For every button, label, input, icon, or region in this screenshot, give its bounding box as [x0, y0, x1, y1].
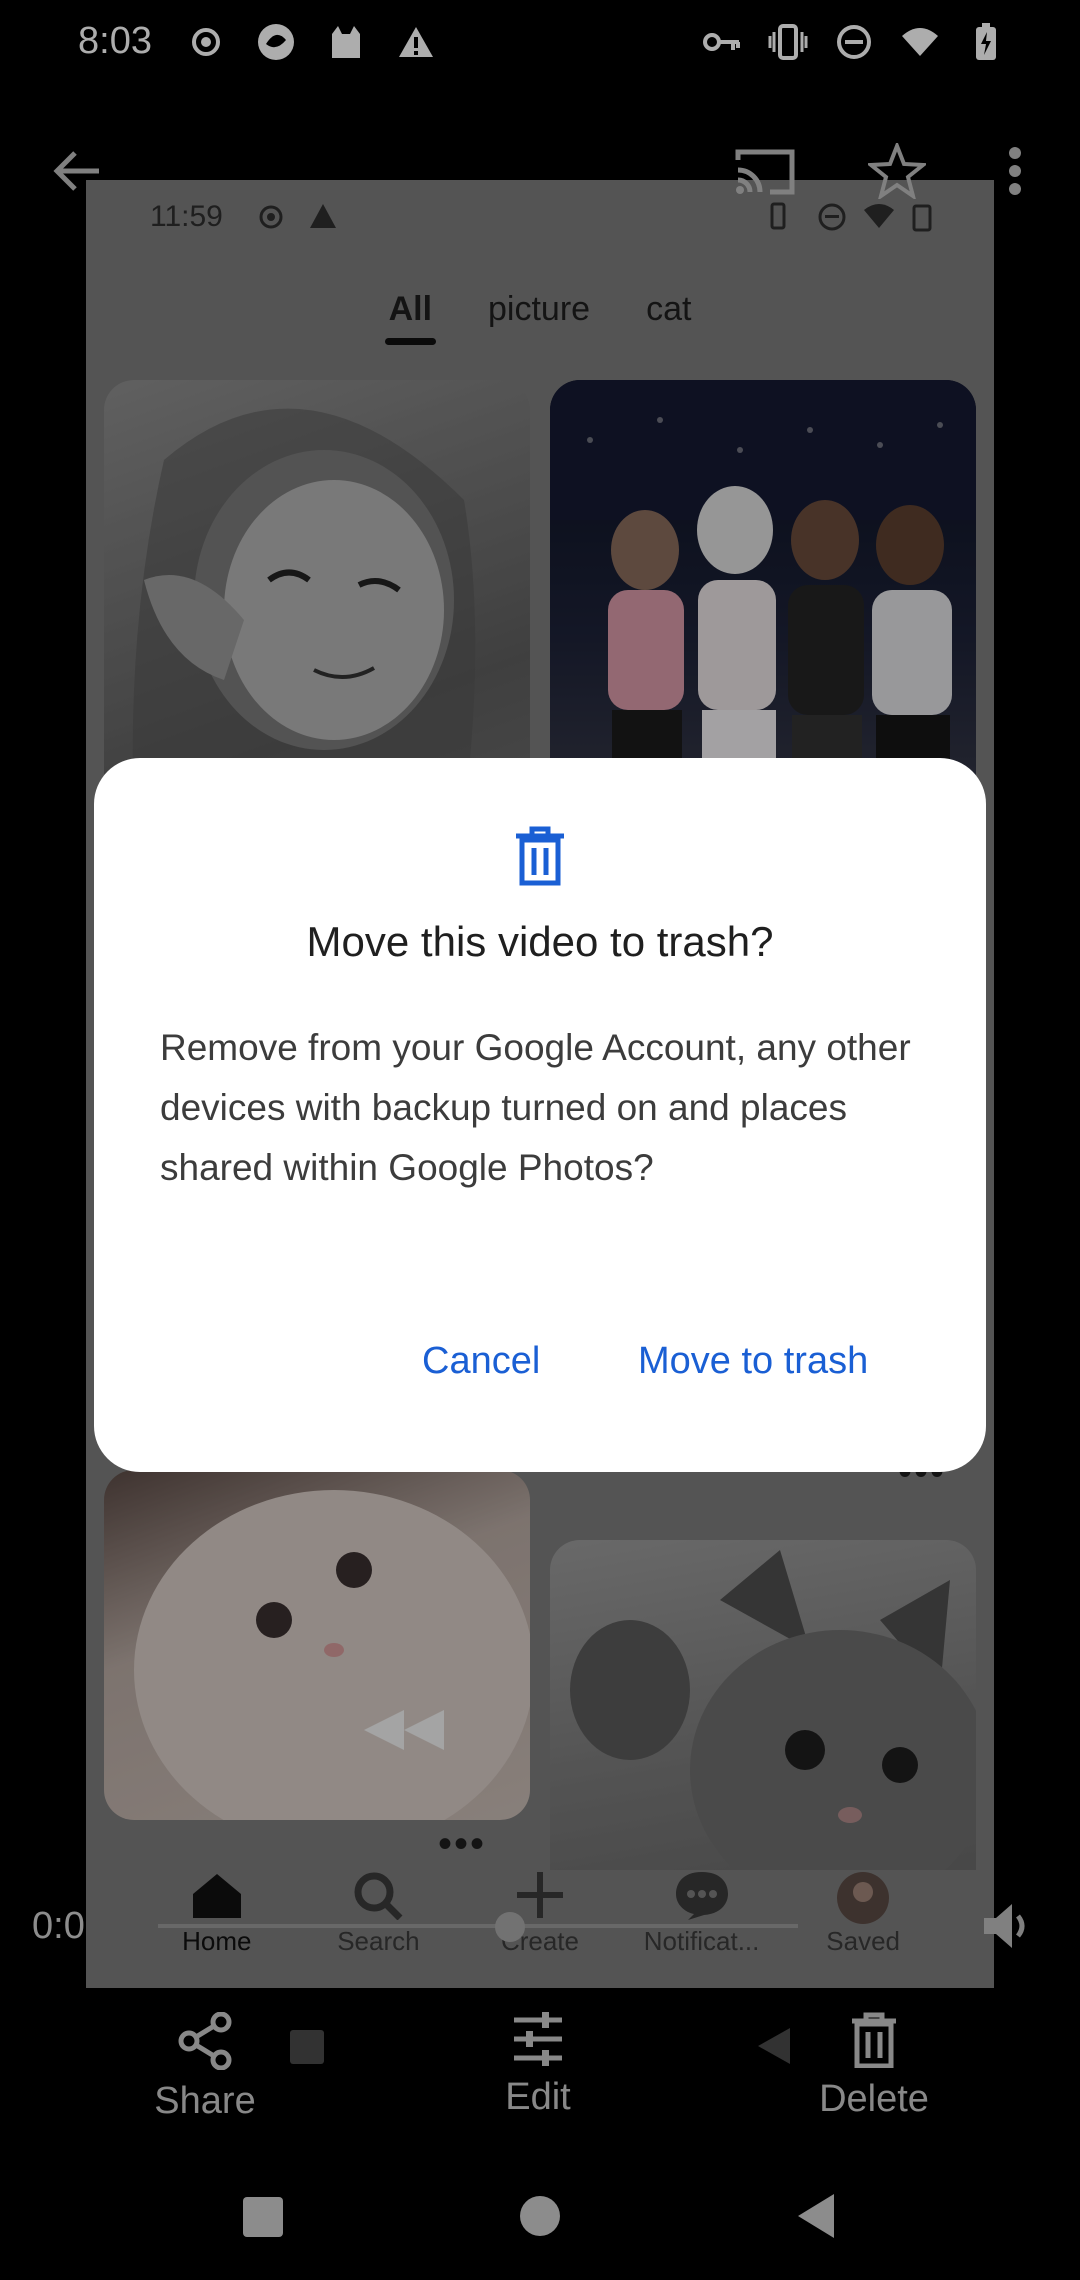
- dialog-message: Remove from your Google Account, any oth…: [160, 1027, 911, 1188]
- move-to-trash-button[interactable]: Move to trash: [638, 1340, 868, 1383]
- trash-icon: [516, 826, 564, 886]
- dialog-title: Move this video to trash?: [306, 918, 774, 965]
- move-to-trash-dialog: Move this video to trash? Remove from yo…: [94, 758, 986, 1472]
- cancel-button[interactable]: Cancel: [422, 1340, 540, 1383]
